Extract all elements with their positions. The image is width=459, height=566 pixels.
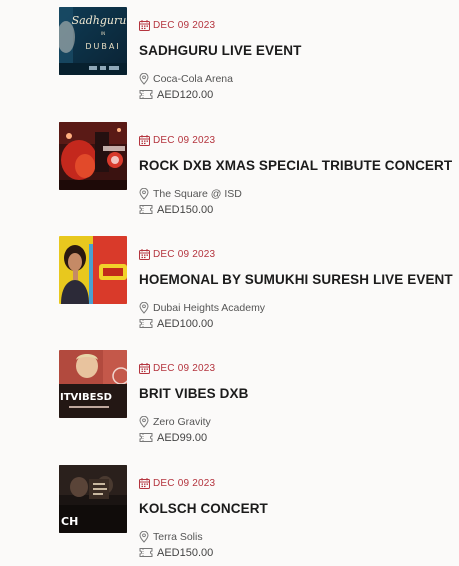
- calendar-icon: [139, 134, 150, 146]
- event-venue: Dubai Heights Academy: [139, 301, 265, 315]
- event-price-text: AED150.00: [157, 203, 214, 216]
- map-pin-icon: [139, 188, 149, 200]
- event-title[interactable]: BRIT VIBES DXB: [139, 386, 248, 401]
- event-venue-text: The Square @ ISD: [153, 188, 242, 200]
- map-pin-icon: [139, 416, 149, 428]
- event-thumbnail[interactable]: ITVIBESD: [59, 350, 127, 418]
- event-card[interactable]: ITVIBESD DEC 09 2023 BRIT VIBES DXB Zero…: [0, 350, 459, 458]
- calendar-icon: [139, 19, 150, 31]
- event-venue-text: Dubai Heights Academy: [153, 302, 266, 314]
- thumb-script-text: Sadhguru: [72, 14, 127, 27]
- ticket-icon: [139, 204, 153, 215]
- event-price: AED150.00: [139, 202, 213, 217]
- event-date: DEC 09 2023: [139, 247, 215, 261]
- event-venue: The Square @ ISD: [139, 187, 242, 201]
- event-price-text: AED150.00: [157, 546, 214, 559]
- event-date: DEC 09 2023: [139, 361, 215, 375]
- ticket-icon: [139, 89, 153, 100]
- event-venue-text: Zero Gravity: [153, 416, 211, 428]
- event-date-text: DEC 09 2023: [153, 248, 216, 260]
- event-card[interactable]: Sadhguru IN DUBAI DEC 09 2023 SADHGURU L…: [0, 7, 459, 115]
- event-date: DEC 09 2023: [139, 133, 215, 147]
- event-card[interactable]: DEC 09 2023 HOEMONAL BY SUMUKHI SURESH L…: [0, 236, 459, 344]
- event-date-text: DEC 09 2023: [153, 134, 216, 146]
- map-pin-icon: [139, 302, 149, 314]
- event-card[interactable]: CH DEC 09 2023 KOLSCH CONCERT Terra Soli…: [0, 465, 459, 566]
- map-pin-icon: [139, 73, 149, 85]
- ticket-icon: [139, 432, 153, 443]
- event-price-text: AED120.00: [157, 88, 214, 101]
- event-date-text: DEC 09 2023: [153, 477, 216, 489]
- event-venue: Coca-Cola Arena: [139, 72, 233, 86]
- event-venue-text: Coca-Cola Arena: [153, 73, 233, 85]
- event-price: AED150.00: [139, 545, 213, 560]
- calendar-icon: [139, 477, 150, 489]
- ticket-icon: [139, 318, 153, 329]
- event-date: DEC 09 2023: [139, 18, 215, 32]
- thumb-brit-text: ITVIBESD: [60, 392, 112, 403]
- event-venue-text: Terra Solis: [153, 531, 203, 543]
- event-card[interactable]: DEC 09 2023 ROCK DXB XMAS SPECIAL TRIBUT…: [0, 122, 459, 230]
- event-date-text: DEC 09 2023: [153, 19, 216, 31]
- event-thumbnail[interactable]: CH: [59, 465, 127, 533]
- event-date-text: DEC 09 2023: [153, 362, 216, 374]
- event-list: Sadhguru IN DUBAI DEC 09 2023 SADHGURU L…: [0, 0, 459, 566]
- thumb-in-text: IN: [101, 31, 105, 36]
- event-price-text: AED99.00: [157, 431, 208, 444]
- ticket-icon: [139, 547, 153, 558]
- event-title[interactable]: ROCK DXB XMAS SPECIAL TRIBUTE CONCERT: [139, 158, 452, 173]
- event-price: AED99.00: [139, 430, 207, 445]
- event-title[interactable]: KOLSCH CONCERT: [139, 501, 268, 516]
- event-venue: Terra Solis: [139, 530, 203, 544]
- calendar-icon: [139, 248, 150, 260]
- event-thumbnail[interactable]: [59, 236, 127, 304]
- event-price-text: AED100.00: [157, 317, 214, 330]
- event-title[interactable]: SADHGURU LIVE EVENT: [139, 43, 301, 58]
- thumb-dubai-text: DUBAI: [85, 42, 120, 51]
- event-price: AED100.00: [139, 316, 213, 331]
- event-thumbnail[interactable]: [59, 122, 127, 190]
- event-venue: Zero Gravity: [139, 415, 211, 429]
- calendar-icon: [139, 362, 150, 374]
- event-title[interactable]: HOEMONAL BY SUMUKHI SURESH LIVE EVENT: [139, 272, 453, 287]
- map-pin-icon: [139, 531, 149, 543]
- event-date: DEC 09 2023: [139, 476, 215, 490]
- thumb-kolsch-text: CH: [61, 515, 78, 528]
- event-thumbnail[interactable]: Sadhguru IN DUBAI: [59, 7, 127, 75]
- event-price: AED120.00: [139, 87, 213, 102]
